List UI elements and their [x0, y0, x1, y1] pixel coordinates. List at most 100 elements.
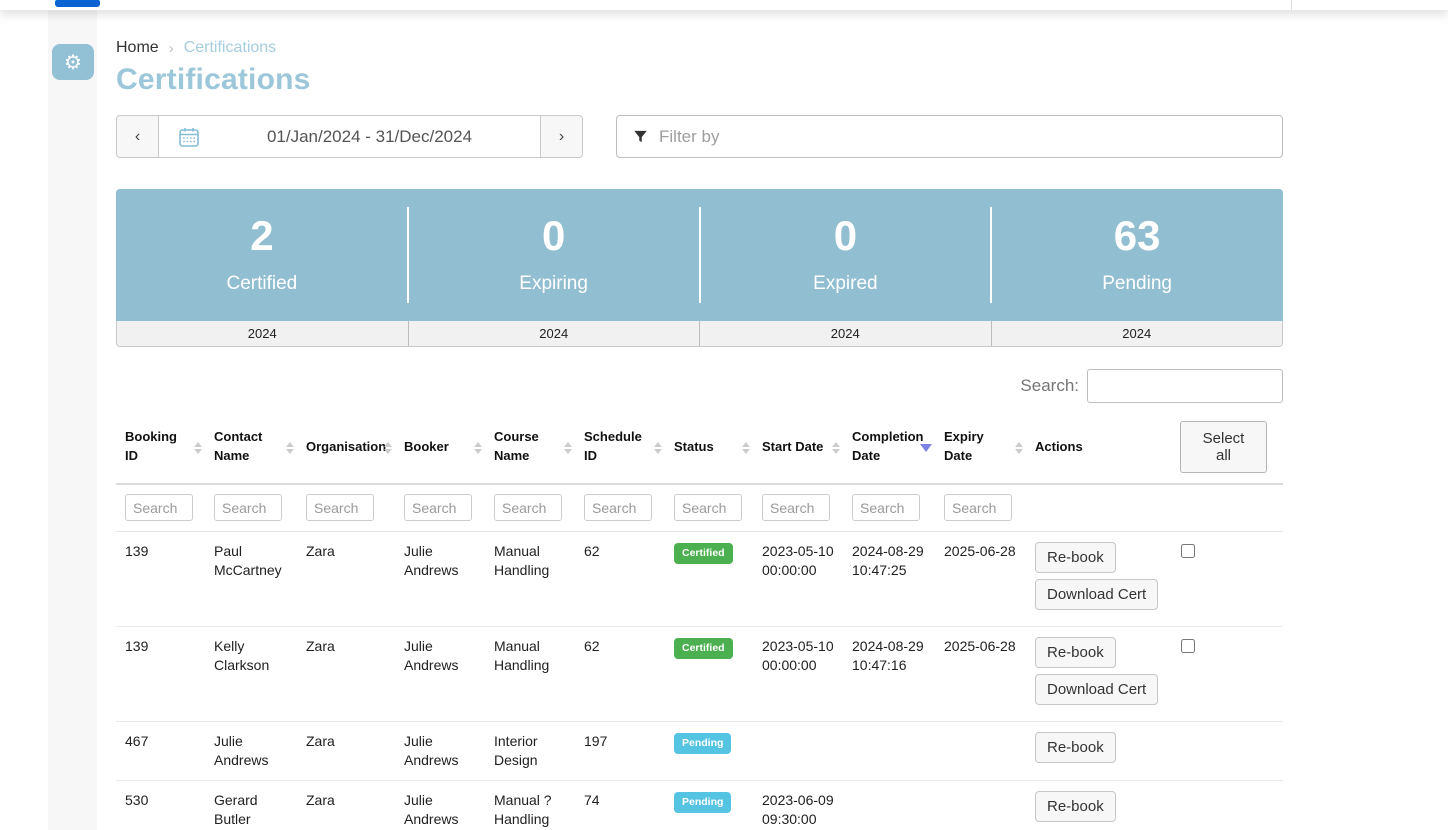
status-badge: Pending [674, 792, 731, 813]
column-header-booker[interactable]: Booker [395, 413, 485, 484]
column-search-input[interactable] [674, 494, 742, 521]
column-search-cell [665, 484, 753, 532]
date-range-text: 01/Jan/2024 - 31/Dec/2024 [199, 127, 540, 147]
sort-down-icon [286, 449, 294, 454]
cell-actions: Re-book [1026, 722, 1172, 781]
gear-icon[interactable]: ⚙ [52, 44, 94, 80]
cell-booking-id: 139 [116, 627, 205, 722]
cell-select [1172, 722, 1283, 781]
sort-down-icon [742, 449, 750, 454]
column-header-label: Organisation [306, 439, 386, 454]
column-header-label: Contact Name [214, 429, 262, 463]
stat-label: Certified [227, 273, 298, 295]
cell-booking-id: 467 [116, 722, 205, 781]
stat-value: 0 [542, 215, 565, 257]
column-header-label: Status [674, 439, 714, 454]
re-book-button[interactable]: Re-book [1035, 542, 1116, 573]
stat-value: 2 [250, 215, 273, 257]
sort-icon [564, 442, 572, 454]
column-header-course-name[interactable]: Course Name [485, 413, 575, 484]
cell-status: Pending [665, 722, 753, 781]
date-next-button[interactable]: › [540, 115, 583, 158]
cell-course-name: Manual Handling [485, 532, 575, 627]
calendar-icon [177, 125, 201, 149]
column-header-completion-date[interactable]: Completion Date [843, 413, 935, 484]
table-head: Booking ID Contact Name Organisation Booker… [116, 413, 1283, 532]
cell-course-name: Manual Handling [485, 627, 575, 722]
cell-organisation: Zara [297, 780, 395, 830]
column-search-input[interactable] [494, 494, 562, 521]
cell-actions: Re-book Download Cert [1026, 627, 1172, 722]
breadcrumb-home-link[interactable]: Home [116, 39, 159, 57]
sort-up-icon [832, 442, 840, 447]
stat-value: 63 [1114, 215, 1161, 257]
column-search-cell [395, 484, 485, 532]
date-prev-button[interactable]: ‹ [116, 115, 159, 158]
row-checkbox[interactable] [1181, 639, 1195, 653]
column-search-input[interactable] [404, 494, 472, 521]
column-search-cell [935, 484, 1026, 532]
column-header-label: Schedule ID [584, 429, 642, 463]
column-search-input[interactable] [306, 494, 374, 521]
sort-icon [384, 442, 392, 454]
cell-course-name: Interior Design [485, 722, 575, 781]
sort-down-icon [564, 449, 572, 454]
cell-schedule-id: 74 [575, 780, 665, 830]
re-book-button[interactable]: Re-book [1035, 732, 1116, 763]
filter-input[interactable] [616, 115, 1283, 158]
select-all-button[interactable]: Select all [1180, 421, 1267, 473]
column-header-select: Select all [1172, 413, 1283, 484]
date-range-display[interactable]: 01/Jan/2024 - 31/Dec/2024 [159, 115, 540, 158]
column-header-expiry-date[interactable]: Expiry Date [935, 413, 1026, 484]
column-header-start-date[interactable]: Start Date [753, 413, 843, 484]
column-search-cell [575, 484, 665, 532]
stat-expired: 0Expired [700, 189, 992, 321]
table-row: 467Julie AndrewsZaraJulie AndrewsInterio… [116, 722, 1283, 781]
page: ⚙ Home › Certifications Certifications ‹ [0, 0, 1448, 830]
column-header-label: Completion Date [852, 429, 924, 463]
cell-schedule-id: 62 [575, 532, 665, 627]
cell-status: Certified [665, 627, 753, 722]
column-header-organisation[interactable]: Organisation [297, 413, 395, 484]
cell-status: Certified [665, 532, 753, 627]
cell-booker: Julie Andrews [395, 780, 485, 830]
table-search-input[interactable] [1087, 369, 1283, 403]
status-badge: Certified [674, 638, 733, 659]
chevron-right-icon: › [169, 40, 174, 57]
stats-bar: 2Certified0Expiring0Expired63Pending [116, 189, 1283, 321]
sort-up-icon [286, 442, 294, 447]
column-search-cell [485, 484, 575, 532]
stat-pending: 63Pending [991, 189, 1283, 321]
column-search-cell [753, 484, 843, 532]
column-header-schedule-id[interactable]: Schedule ID [575, 413, 665, 484]
cell-completion-date: 2024-08-29 10:47:16 [843, 627, 935, 722]
stat-year: 2024 [992, 321, 1283, 346]
download-cert-button[interactable]: Download Cert [1035, 674, 1158, 705]
column-search-input[interactable] [944, 494, 1012, 521]
sidebar: ⚙ [48, 10, 97, 830]
row-checkbox[interactable] [1181, 544, 1195, 558]
table-header-row: Booking ID Contact Name Organisation Booker… [116, 413, 1283, 484]
column-search-input[interactable] [214, 494, 282, 521]
re-book-button[interactable]: Re-book [1035, 791, 1116, 822]
stat-year: 2024 [700, 321, 992, 346]
filter-icon [633, 129, 648, 149]
sort-up-icon [194, 442, 202, 447]
re-book-button[interactable]: Re-book [1035, 637, 1116, 668]
column-header-contact-name[interactable]: Contact Name [205, 413, 297, 484]
sort-up-icon [564, 442, 572, 447]
column-search-input[interactable] [125, 494, 193, 521]
sort-desc-icon [920, 444, 932, 452]
table-body: 139Paul McCartneyZaraJulie AndrewsManual… [116, 532, 1283, 830]
cell-contact-name: Julie Andrews [205, 722, 297, 781]
column-search-input[interactable] [762, 494, 830, 521]
column-header-status[interactable]: Status [665, 413, 753, 484]
topbar-divider [1291, 0, 1292, 10]
cell-schedule-id: 197 [575, 722, 665, 781]
column-search-input[interactable] [584, 494, 652, 521]
column-header-booking-id[interactable]: Booking ID [116, 413, 205, 484]
table-row: 139Kelly ClarksonZaraJulie AndrewsManual… [116, 627, 1283, 722]
download-cert-button[interactable]: Download Cert [1035, 579, 1158, 610]
column-search-input[interactable] [852, 494, 920, 521]
topbar-accent-tab[interactable] [55, 0, 100, 7]
